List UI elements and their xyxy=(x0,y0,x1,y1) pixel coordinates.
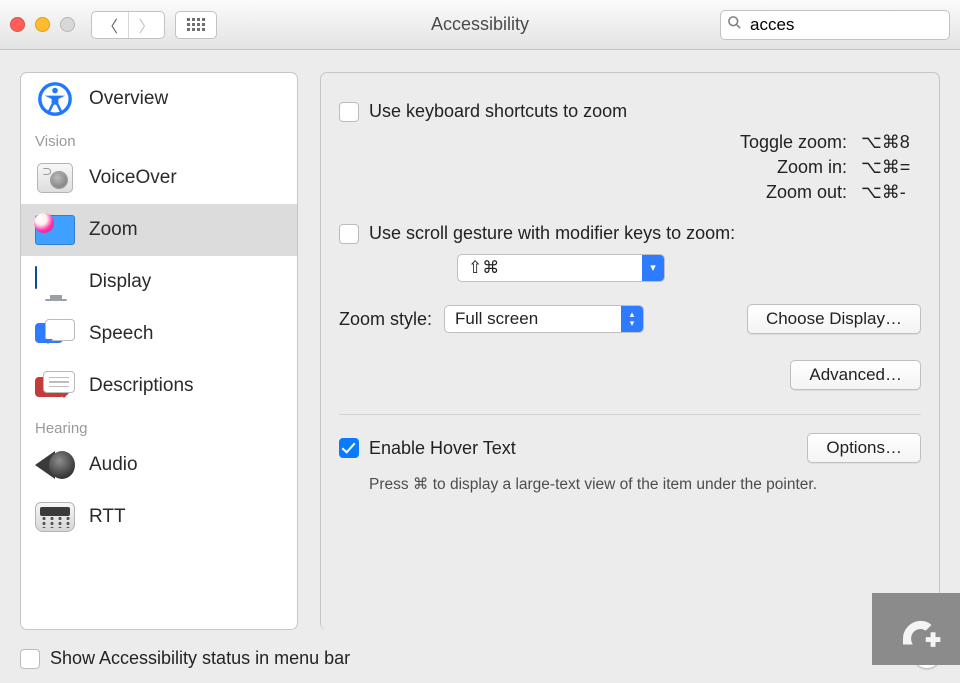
sidebar-item-label: Zoom xyxy=(89,219,138,241)
menubar-status-row: Show Accessibility status in menu bar xyxy=(20,648,350,669)
sidebar-item-label: RTT xyxy=(89,506,126,528)
traffic-lights xyxy=(10,17,75,32)
keyboard-shortcuts-row: Use keyboard shortcuts to zoom xyxy=(339,101,921,122)
divider xyxy=(339,414,921,415)
accessibility-icon xyxy=(35,83,75,115)
close-window-button[interactable] xyxy=(10,17,25,32)
sidebar-item-audio[interactable]: Audio xyxy=(21,439,297,491)
advanced-button[interactable]: Advanced… xyxy=(790,360,921,390)
zoom-icon xyxy=(35,214,75,246)
search-field-container[interactable]: ✕ xyxy=(720,10,950,40)
watermark-logo xyxy=(872,593,960,665)
shortcut-row: Zoom in: ⌥⌘= xyxy=(339,155,921,180)
dropdown-value: ⇧⌘ xyxy=(458,258,642,278)
chevron-right-icon: 〉 xyxy=(138,19,154,36)
shortcut-list: Toggle zoom: ⌥⌘8 Zoom in: ⌥⌘= Zoom out: … xyxy=(339,130,921,205)
window-toolbar: 〈 〉 Accessibility ✕ xyxy=(0,0,960,50)
zoom-style-label: Zoom style: xyxy=(339,309,432,330)
hover-text-label: Enable Hover Text xyxy=(369,438,516,459)
sidebar-item-speech[interactable]: Speech xyxy=(21,308,297,360)
sidebar-item-voiceover[interactable]: VoiceOver xyxy=(21,152,297,204)
hover-text-checkbox[interactable] xyxy=(339,438,359,458)
grid-icon xyxy=(187,18,205,32)
show-all-prefs-button[interactable] xyxy=(175,11,217,39)
search-input[interactable] xyxy=(748,14,960,36)
chevron-updown-icon: ▴▾ xyxy=(621,306,643,332)
fullscreen-window-button xyxy=(60,17,75,32)
speech-icon xyxy=(35,318,75,350)
sidebar-item-label: Speech xyxy=(89,323,153,345)
section-header-vision: Vision xyxy=(21,125,297,152)
minimize-window-button[interactable] xyxy=(35,17,50,32)
section-header-hearing: Hearing xyxy=(21,412,297,439)
hover-text-hint: Press ⌘ to display a large-text view of … xyxy=(369,475,921,494)
chevron-down-icon: ▾ xyxy=(642,255,664,281)
shortcut-label: Zoom in: xyxy=(527,157,847,178)
audio-icon xyxy=(35,449,75,481)
scroll-modifier-dropdown[interactable]: ⇧⌘ ▾ xyxy=(457,254,665,282)
settings-panel: Use keyboard shortcuts to zoom Toggle zo… xyxy=(320,72,940,630)
hover-text-options-button[interactable]: Options… xyxy=(807,433,921,463)
scroll-gesture-label: Use scroll gesture with modifier keys to… xyxy=(369,223,735,244)
sidebar-item-display[interactable]: Display xyxy=(21,256,297,308)
sidebar-item-label: Display xyxy=(89,271,151,293)
nav-back-forward: 〈 〉 xyxy=(91,11,165,39)
dropdown-value: Full screen xyxy=(445,309,621,329)
scroll-gesture-checkbox[interactable] xyxy=(339,224,359,244)
category-sidebar[interactable]: Overview Vision VoiceOver Zoom Display S… xyxy=(20,72,298,630)
sidebar-item-label: VoiceOver xyxy=(89,167,177,189)
back-button[interactable]: 〈 xyxy=(92,12,128,38)
shortcut-keys: ⌥⌘- xyxy=(861,182,921,203)
shortcut-row: Toggle zoom: ⌥⌘8 xyxy=(339,130,921,155)
sidebar-item-label: Descriptions xyxy=(89,375,194,397)
descriptions-icon xyxy=(35,370,75,402)
forward-button: 〉 xyxy=(128,12,164,38)
sidebar-item-descriptions[interactable]: Descriptions xyxy=(21,360,297,412)
shortcut-label: Zoom out: xyxy=(527,182,847,203)
rtt-icon xyxy=(35,501,75,533)
menubar-status-checkbox[interactable] xyxy=(20,649,40,669)
sidebar-item-overview[interactable]: Overview xyxy=(21,73,297,125)
sidebar-item-label: Audio xyxy=(89,454,138,476)
sidebar-item-rtt[interactable]: RTT xyxy=(21,491,297,543)
keyboard-shortcuts-checkbox[interactable] xyxy=(339,102,359,122)
keyboard-shortcuts-label: Use keyboard shortcuts to zoom xyxy=(369,101,627,122)
display-icon xyxy=(35,266,75,298)
choose-display-button[interactable]: Choose Display… xyxy=(747,304,921,334)
zoom-style-dropdown[interactable]: Full screen ▴▾ xyxy=(444,305,644,333)
sidebar-item-zoom[interactable]: Zoom xyxy=(21,204,297,256)
chevron-left-icon: 〈 xyxy=(102,19,118,36)
search-icon xyxy=(727,15,742,34)
shortcut-label: Toggle zoom: xyxy=(527,132,847,153)
voiceover-icon xyxy=(35,162,75,194)
shortcut-keys: ⌥⌘= xyxy=(861,157,921,178)
sidebar-item-label: Overview xyxy=(89,88,168,110)
shortcut-row: Zoom out: ⌥⌘- xyxy=(339,180,921,205)
menubar-status-label: Show Accessibility status in menu bar xyxy=(50,648,350,669)
shortcut-keys: ⌥⌘8 xyxy=(861,132,921,153)
scroll-gesture-row: Use scroll gesture with modifier keys to… xyxy=(339,223,921,244)
